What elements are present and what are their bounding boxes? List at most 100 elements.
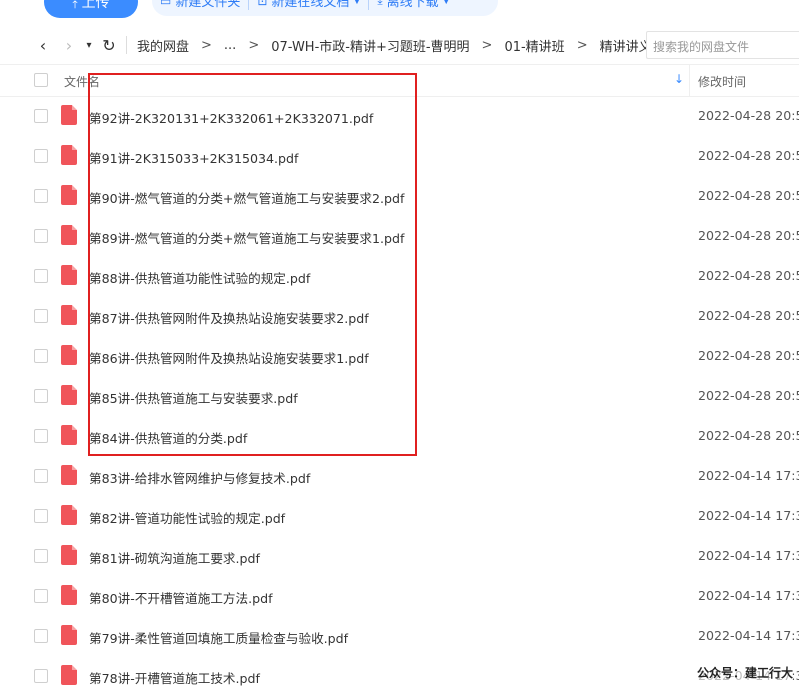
row-checkbox[interactable] [34,429,48,443]
pdf-file-icon [61,545,77,565]
caret-down-icon: ▼ [353,0,361,6]
pdf-file-icon [61,265,77,285]
pdf-file-icon [61,225,77,245]
upload-button[interactable]: ⤒ 上传 [44,0,138,18]
forward-button[interactable]: › [56,36,82,55]
file-name[interactable]: 第82讲-管道功能性试验的规定.pdf [89,508,285,527]
row-checkbox[interactable] [34,469,48,483]
file-name[interactable]: 第91讲-2K315033+2K315034.pdf [89,148,298,167]
column-header-name[interactable]: 文件名 [64,73,100,90]
sort-arrow-down-icon[interactable]: ↓ [674,72,684,86]
watermark: 公众号：建工行大 [697,664,794,681]
download-icon: ⤓ [377,0,383,7]
breadcrumb-item[interactable]: 07-WH-市政-精讲+习题班-曹明明 [267,36,473,55]
file-list-header: 文件名 ↓ 修改时间 [0,64,799,97]
pdf-file-icon [61,345,77,365]
file-row[interactable]: 第87讲-供热管网附件及换热站设施安装要求2.pdf 2022-04-28 20:… [0,296,799,336]
row-checkbox[interactable] [34,149,48,163]
file-name[interactable]: 第92讲-2K320131+2K332061+2K332071.pdf [89,108,373,127]
pdf-file-icon [61,505,77,525]
file-row[interactable]: 第81讲-砌筑沟道施工要求.pdf 2022-04-14 17:31 [0,536,799,576]
file-name[interactable]: 第81讲-砌筑沟道施工要求.pdf [89,548,260,567]
file-name[interactable]: 第79讲-柔性管道回填施工质量检查与验收.pdf [89,628,348,647]
new-online-doc-button[interactable]: ⊡ 新建在线文档 ▼ [249,0,368,10]
row-checkbox[interactable] [34,349,48,363]
refresh-icon[interactable]: ↻ [98,36,120,55]
upload-label: 上传 [81,0,110,11]
column-header-modified[interactable]: 修改时间 [698,73,746,90]
file-name[interactable]: 第89讲-燃气管道的分类+燃气管道施工与安装要求1.pdf [89,228,404,247]
back-button[interactable]: ‹ [30,36,56,55]
file-modified-time: 2022-04-28 20:58 [698,108,799,123]
breadcrumb-item[interactable]: 我的网盘 [133,36,193,55]
file-name[interactable]: 第86讲-供热管网附件及换热站设施安装要求1.pdf [89,348,369,367]
column-divider[interactable] [689,65,690,96]
offline-download-label: 离线下载 [386,0,439,10]
breadcrumb-chevron-icon: > [248,37,260,53]
file-name[interactable]: 第80讲-不开槽管道施工方法.pdf [89,588,273,607]
file-modified-time: 2022-04-28 20:58 [698,228,799,243]
row-checkbox[interactable] [34,269,48,283]
file-modified-time: 2022-04-14 17:31 [698,468,799,483]
file-row[interactable]: 第79讲-柔性管道回填施工质量检查与验收.pdf 2022-04-14 17:31 [0,616,799,656]
new-folder-button[interactable]: ▭ 新建文件夹 [152,0,248,10]
file-name[interactable]: 第83讲-给排水管网维护与修复技术.pdf [89,468,310,487]
select-all-checkbox[interactable] [34,73,48,87]
file-name[interactable]: 第88讲-供热管道功能性试验的规定.pdf [89,268,310,287]
file-row[interactable]: 第85讲-供热管道施工与安装要求.pdf 2022-04-28 20:58 [0,376,799,416]
row-checkbox[interactable] [34,589,48,603]
toolbar-action-group: ▭ 新建文件夹 ⊡ 新建在线文档 ▼ ⤓ 离线下载 ▼ [152,0,498,16]
file-name[interactable]: 第84讲-供热管道的分类.pdf [89,428,247,447]
pdf-file-icon [61,665,77,685]
row-checkbox[interactable] [34,669,48,683]
navigation-bar: ‹ › ▾ ↻ 我的网盘 > ... > 07-WH-市政-精讲+习题班-曹明明… [0,26,799,64]
pdf-file-icon [61,385,77,405]
file-row[interactable]: 第91讲-2K315033+2K315034.pdf 2022-04-28 20:… [0,136,799,176]
breadcrumb-item[interactable]: 01-精讲班 [500,36,568,55]
file-row[interactable]: 第88讲-供热管道功能性试验的规定.pdf 2022-04-28 20:58 [0,256,799,296]
row-checkbox[interactable] [34,109,48,123]
file-name[interactable]: 第85讲-供热管道施工与安装要求.pdf [89,388,298,407]
file-modified-time: 2022-04-28 20:58 [698,388,799,403]
file-name[interactable]: 第78讲-开槽管道施工技术.pdf [89,668,260,687]
pdf-file-icon [61,425,77,445]
breadcrumb: 我的网盘 > ... > 07-WH-市政-精讲+习题班-曹明明 > 01-精讲… [133,36,683,55]
pdf-file-icon [61,305,77,325]
file-row[interactable]: 第89讲-燃气管道的分类+燃气管道施工与安装要求1.pdf 2022-04-28 … [0,216,799,256]
row-checkbox[interactable] [34,629,48,643]
file-row[interactable]: 第86讲-供热管网附件及换热站设施安装要求1.pdf 2022-04-28 20:… [0,336,799,376]
file-row[interactable]: 第84讲-供热管道的分类.pdf 2022-04-28 20:58 [0,416,799,456]
file-modified-time: 2022-04-28 20:58 [698,348,799,363]
upload-icon: ⤒ [72,0,78,11]
row-checkbox[interactable] [34,309,48,323]
row-checkbox[interactable] [34,549,48,563]
pdf-file-icon [61,465,77,485]
pdf-file-icon [61,585,77,605]
file-modified-time: 2022-04-28 20:58 [698,148,799,163]
file-row[interactable]: 第92讲-2K320131+2K332061+2K332071.pdf 2022-… [0,96,799,136]
doc-plus-icon: ⊡ [257,0,268,8]
breadcrumb-item[interactable]: ... [220,38,240,53]
row-checkbox[interactable] [34,509,48,523]
row-checkbox[interactable] [34,229,48,243]
file-row[interactable]: 第90讲-燃气管道的分类+燃气管道施工与安装要求2.pdf 2022-04-28 … [0,176,799,216]
file-modified-time: 2022-04-28 20:58 [698,428,799,443]
offline-download-button[interactable]: ⤓ 离线下载 ▼ [369,0,457,10]
row-checkbox[interactable] [34,389,48,403]
breadcrumb-chevron-icon: > [481,37,493,53]
row-checkbox[interactable] [34,189,48,203]
file-row[interactable]: 第83讲-给排水管网维护与修复技术.pdf 2022-04-14 17:31 [0,456,799,496]
file-name[interactable]: 第87讲-供热管网附件及换热站设施安装要求2.pdf [89,308,369,327]
history-dropdown-icon[interactable]: ▾ [82,40,96,51]
file-modified-time: 2022-04-28 20:58 [698,268,799,283]
file-row[interactable]: 第80讲-不开槽管道施工方法.pdf 2022-04-14 17:31 [0,576,799,616]
file-modified-time: 2022-04-14 17:31 [698,548,799,563]
file-row[interactable]: 第82讲-管道功能性试验的规定.pdf 2022-04-14 17:31 [0,496,799,536]
file-modified-time: 2022-04-14 17:31 [698,588,799,603]
search-input[interactable]: 搜索我的网盘文件 [646,31,799,59]
file-list: 第92讲-2K320131+2K332061+2K332071.pdf 2022-… [0,96,799,696]
file-name[interactable]: 第90讲-燃气管道的分类+燃气管道施工与安装要求2.pdf [89,188,404,207]
file-modified-time: 2022-04-28 20:58 [698,188,799,203]
pdf-file-icon [61,625,77,645]
file-row[interactable]: 第78讲-开槽管道施工技术.pdf2022-04-14 17:31 [0,656,799,696]
